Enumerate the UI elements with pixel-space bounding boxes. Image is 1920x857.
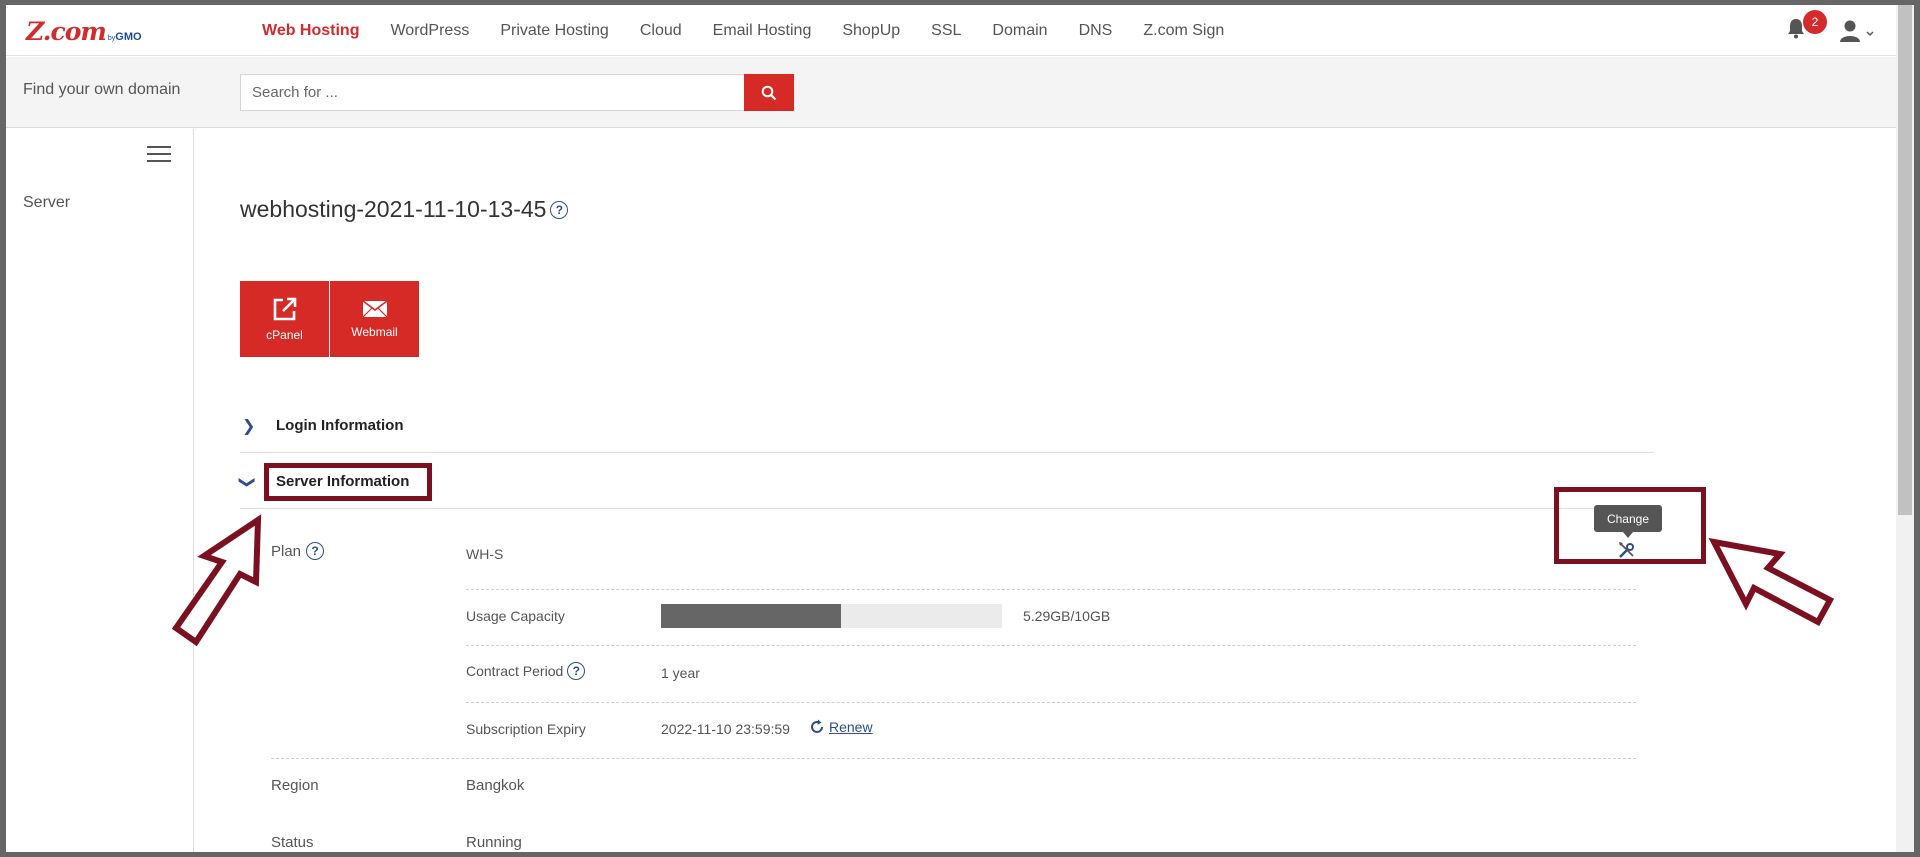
plan-value: WH-S (466, 546, 504, 562)
refresh-icon (811, 719, 823, 733)
usage-progress-fill (661, 604, 842, 628)
nav-web-hosting[interactable]: Web Hosting (262, 22, 359, 40)
nav-domain[interactable]: Domain (992, 22, 1047, 40)
contract-value: 1 year (661, 665, 700, 681)
webmail-button[interactable]: Webmail (330, 281, 419, 357)
status-value: Running (466, 834, 522, 851)
contract-help-icon[interactable]: ? (567, 662, 586, 680)
nav-zcom-sign[interactable]: Z.com Sign (1143, 22, 1224, 40)
contract-label: Contract Period (466, 663, 564, 679)
page-title-text: webhosting-2021-11-10-13-45 (240, 196, 547, 222)
chevron-right-icon: ❯ (242, 415, 256, 435)
usage-value: 5.29GB/10GB (1023, 608, 1111, 624)
page-title: webhosting-2021-11-10-13-45 ? (240, 196, 569, 223)
webmail-label: Webmail (351, 325, 398, 339)
plan-help-icon[interactable]: ? (306, 542, 325, 560)
plan-label-row: Plan ? (271, 542, 325, 560)
section-login-information[interactable]: ❯ Login Information (240, 398, 1654, 453)
search-button[interactable] (744, 74, 794, 111)
chevron-down-icon (1866, 31, 1874, 37)
search-icon (761, 85, 777, 100)
search-input[interactable] (240, 74, 745, 111)
divider (271, 758, 1636, 759)
envelope-icon (362, 300, 387, 318)
plan-label: Plan (271, 542, 302, 560)
sidebar: Server (6, 129, 194, 852)
nav-private-hosting[interactable]: Private Hosting (500, 22, 609, 40)
divider (466, 702, 1636, 703)
quick-access-tiles: cPanel Webmail (240, 281, 420, 357)
nav-wordpress[interactable]: WordPress (390, 22, 469, 40)
logo-brand: GMO (115, 31, 142, 43)
sidebar-item-server[interactable]: Server (23, 194, 70, 212)
annotation-arrow-left (171, 514, 262, 647)
top-navigation: Z.com byGMO Web Hosting WordPress Privat… (6, 5, 1896, 56)
status-label: Status (271, 834, 314, 851)
contract-row: Contract Period ? (466, 662, 586, 680)
divider (466, 589, 1636, 590)
section-title: Login Information (276, 416, 404, 434)
usage-label: Usage Capacity (466, 608, 565, 624)
user-icon[interactable] (1838, 19, 1878, 43)
hamburger-menu-icon[interactable] (147, 146, 171, 164)
renew-link[interactable]: Renew (809, 719, 873, 735)
notification-badge[interactable]: 2 (1803, 10, 1827, 34)
cpanel-button[interactable]: cPanel (240, 281, 329, 357)
chevron-down-icon: ❯ (238, 475, 258, 489)
nav-ssl[interactable]: SSL (931, 22, 961, 40)
domain-search-bar: Find your own domain (6, 57, 1896, 128)
main-nav: Web Hosting WordPress Private Hosting Cl… (262, 5, 1255, 56)
highlight-server-information (264, 463, 432, 501)
zcom-logo[interactable]: Z.com byGMO (26, 17, 142, 46)
logo-text: Z.com (26, 17, 107, 46)
cpanel-label: cPanel (266, 328, 303, 342)
highlight-change-button (1554, 487, 1706, 564)
search-label: Find your own domain (23, 81, 181, 98)
renew-label: Renew (829, 719, 873, 735)
usage-progress-bar (661, 604, 1002, 628)
external-link-icon (273, 297, 296, 321)
annotation-arrow-right (1708, 538, 1835, 627)
help-question-icon[interactable]: ? (550, 200, 569, 219)
region-label: Region (271, 777, 319, 794)
nav-shopup[interactable]: ShopUp (842, 22, 900, 40)
scrollbar-thumb[interactable] (1898, 5, 1912, 515)
nav-cloud[interactable]: Cloud (640, 22, 682, 40)
page-scrollbar[interactable] (1896, 5, 1914, 852)
divider (466, 645, 1636, 646)
expiry-value: 2022-11-10 23:59:59 (661, 721, 790, 737)
section-server-information[interactable]: ❯ Server Information (238, 454, 1654, 509)
region-value: Bangkok (466, 777, 525, 794)
expiry-label: Subscription Expiry (466, 721, 586, 737)
nav-dns[interactable]: DNS (1079, 22, 1113, 40)
nav-email-hosting[interactable]: Email Hosting (713, 22, 812, 40)
